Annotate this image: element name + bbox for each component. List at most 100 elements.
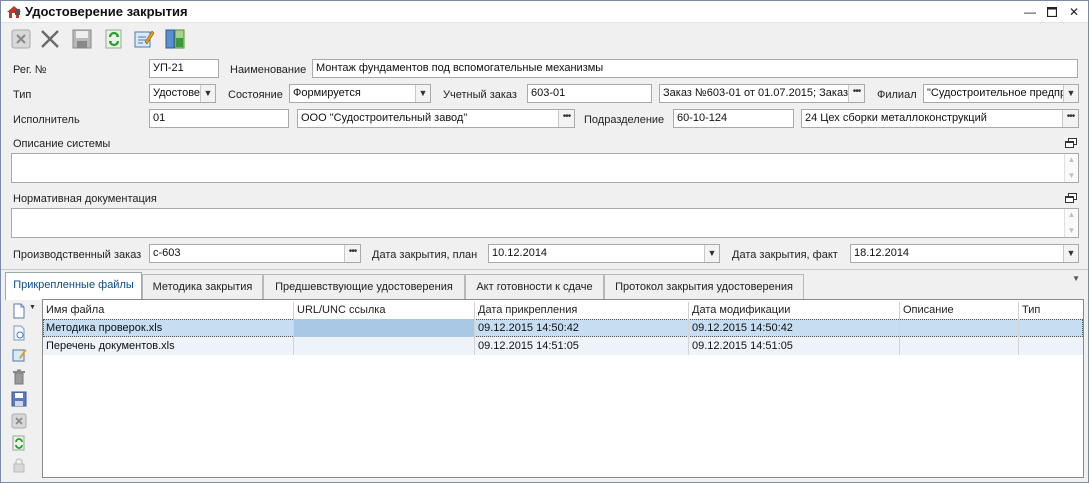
scroll-up-icon[interactable]: ▲ bbox=[1065, 154, 1078, 166]
chevron-down-icon[interactable]: ▼ bbox=[1063, 245, 1078, 262]
chevron-down-icon[interactable]: ▼ bbox=[1063, 85, 1078, 102]
executor-label: Исполнитель bbox=[13, 114, 80, 126]
tab-previous-certificates[interactable]: Предшевствующие удостоверения bbox=[263, 274, 465, 299]
scrollbar[interactable]: ▲ ▼ bbox=[1064, 209, 1078, 237]
new-file-icon[interactable] bbox=[11, 303, 27, 319]
cell-url bbox=[294, 337, 475, 355]
tab-closing-method[interactable]: Методика закрытия bbox=[142, 274, 263, 299]
cell-type bbox=[1019, 337, 1083, 355]
cancel-icon[interactable] bbox=[10, 28, 32, 50]
scroll-down-icon[interactable]: ▼ bbox=[1065, 170, 1078, 182]
tab-menu-chevron-icon[interactable]: ▼ bbox=[1072, 274, 1080, 283]
ellipsis-icon[interactable]: ••• bbox=[558, 110, 574, 127]
production-order-value: с-603 bbox=[153, 247, 181, 259]
close-date-plan-field[interactable]: 10.12.2014 ▼ bbox=[488, 244, 720, 263]
scrollbar[interactable]: ▲ ▼ bbox=[1064, 154, 1078, 182]
reg-no-field[interactable]: УП-21 bbox=[149, 59, 219, 78]
cell-attach-date: 09.12.2015 14:51:05 bbox=[475, 337, 689, 355]
refresh-icon[interactable] bbox=[103, 28, 125, 50]
minimize-icon[interactable]: — bbox=[1019, 3, 1041, 21]
ellipsis-icon[interactable]: ••• bbox=[848, 85, 864, 102]
cell-modify-date: 09.12.2015 14:51:05 bbox=[689, 337, 900, 355]
system-description-label: Описание системы bbox=[13, 138, 111, 150]
maximize-icon[interactable] bbox=[1041, 3, 1063, 21]
executor-ref[interactable]: ООО "Судостроительный завод" ••• bbox=[297, 109, 575, 128]
normative-docs-field[interactable]: ▲ ▼ bbox=[11, 208, 1079, 238]
name-field[interactable]: Монтаж фундаментов под вспомогательные м… bbox=[312, 59, 1078, 78]
cell-modify-date: 09.12.2015 14:50:42 bbox=[689, 319, 900, 337]
tab-readiness-act[interactable]: Акт готовности к сдаче bbox=[465, 274, 604, 299]
production-order-field[interactable]: с-603 ••• bbox=[149, 244, 361, 263]
tab-attached-files[interactable]: Прикрепленные файлы bbox=[5, 272, 142, 300]
table-row[interactable]: Методика проверок.xls 09.12.2015 14:50:4… bbox=[43, 319, 1083, 337]
account-order-ref-value: Заказ №603-01 от 01.07.2015; Заказ bbox=[663, 87, 849, 99]
edit-file-icon[interactable] bbox=[11, 347, 27, 363]
app-icon bbox=[7, 6, 21, 18]
type-label: Тип bbox=[13, 89, 32, 101]
close-date-fact-label: Дата закрытия, факт bbox=[732, 249, 838, 261]
lock-icon[interactable] bbox=[11, 457, 27, 473]
branch-select[interactable]: "Судостроительное предпр ▼ bbox=[923, 84, 1079, 103]
chevron-down-icon[interactable]: ▼ bbox=[200, 85, 215, 102]
cell-file-name: Методика проверок.xls bbox=[43, 319, 294, 337]
trash-icon[interactable] bbox=[11, 369, 27, 385]
grid-header: Имя файла URL/UNC ссылка Дата прикреплен… bbox=[43, 302, 1083, 319]
account-order-label: Учетный заказ bbox=[443, 89, 517, 101]
cancel-file-icon[interactable] bbox=[11, 413, 27, 429]
tab-closing-protocol[interactable]: Протокол закрытия удостоверения bbox=[604, 274, 804, 299]
cell-type bbox=[1019, 319, 1083, 337]
expand-icon[interactable] bbox=[1065, 138, 1077, 148]
ellipsis-icon[interactable]: ••• bbox=[344, 245, 360, 262]
column-header-file-name[interactable]: Имя файла bbox=[43, 302, 294, 319]
column-header-url[interactable]: URL/UNC ссылка bbox=[294, 302, 475, 319]
app-window: Удостоверение закрытия — ✕ Рег. № УП-21 … bbox=[0, 0, 1089, 483]
cell-description bbox=[900, 319, 1019, 337]
column-header-attach-date[interactable]: Дата прикрепления bbox=[475, 302, 689, 319]
name-label: Наименование bbox=[230, 64, 307, 76]
layout-icon[interactable] bbox=[164, 28, 186, 50]
save-file-icon[interactable] bbox=[11, 391, 27, 407]
save-icon[interactable] bbox=[71, 28, 93, 50]
type-value: Удостовер bbox=[153, 87, 207, 99]
executor-ref-value: ООО "Судостроительный завод" bbox=[301, 112, 468, 124]
file-actions-bar: ▼ bbox=[7, 301, 37, 479]
state-select[interactable]: Формируется ▼ bbox=[289, 84, 431, 103]
account-order-field[interactable]: 603-01 bbox=[527, 84, 652, 103]
account-order-ref[interactable]: Заказ №603-01 от 01.07.2015; Заказ ••• bbox=[659, 84, 865, 103]
open-file-icon[interactable] bbox=[11, 325, 27, 341]
close-date-plan-label: Дата закрытия, план bbox=[372, 249, 478, 261]
close-date-fact-field[interactable]: 18.12.2014 ▼ bbox=[850, 244, 1079, 263]
column-header-modify-date[interactable]: Дата модификации bbox=[689, 302, 900, 319]
production-order-label: Производственный заказ bbox=[13, 249, 142, 261]
close-x-icon[interactable] bbox=[39, 28, 61, 50]
close-window-icon[interactable]: ✕ bbox=[1063, 3, 1085, 21]
branch-value: "Судостроительное предпр bbox=[927, 87, 1067, 99]
chevron-down-icon[interactable]: ▼ bbox=[704, 245, 719, 262]
department-ref-value: 24 Цех сборки металлоконструкций bbox=[805, 112, 987, 124]
department-field[interactable]: 60-10-124 bbox=[673, 109, 794, 128]
close-date-plan-value: 10.12.2014 bbox=[492, 247, 548, 259]
expand-icon[interactable] bbox=[1065, 193, 1077, 203]
department-ref[interactable]: 24 Цех сборки металлоконструкций ••• bbox=[801, 109, 1079, 128]
ellipsis-icon[interactable]: ••• bbox=[1062, 110, 1078, 127]
edit-icon[interactable] bbox=[133, 28, 155, 50]
normative-docs-label: Нормативная документация bbox=[13, 193, 157, 205]
type-select[interactable]: Удостовер ▼ bbox=[149, 84, 216, 103]
refresh-files-icon[interactable] bbox=[11, 435, 27, 451]
table-row[interactable]: Перечень документов.xls 09.12.2015 14:51… bbox=[43, 337, 1083, 355]
cell-file-name: Перечень документов.xls bbox=[43, 337, 294, 355]
scroll-down-icon[interactable]: ▼ bbox=[1065, 225, 1078, 237]
executor-field[interactable]: 01 bbox=[149, 109, 289, 128]
chevron-down-icon[interactable]: ▼ bbox=[29, 304, 36, 311]
chevron-down-icon[interactable]: ▼ bbox=[415, 85, 430, 102]
column-header-type[interactable]: Тип bbox=[1019, 302, 1083, 319]
state-value: Формируется bbox=[293, 87, 361, 99]
toolbar bbox=[1, 25, 1088, 55]
system-description-field[interactable]: ▲ ▼ bbox=[11, 153, 1079, 183]
cell-attach-date: 09.12.2015 14:50:42 bbox=[475, 319, 689, 337]
state-label: Состояние bbox=[228, 89, 283, 101]
scroll-up-icon[interactable]: ▲ bbox=[1065, 209, 1078, 221]
column-header-description[interactable]: Описание bbox=[900, 302, 1019, 319]
window-title: Удостоверение закрытия bbox=[25, 4, 188, 19]
department-label: Подразделение bbox=[584, 114, 665, 126]
